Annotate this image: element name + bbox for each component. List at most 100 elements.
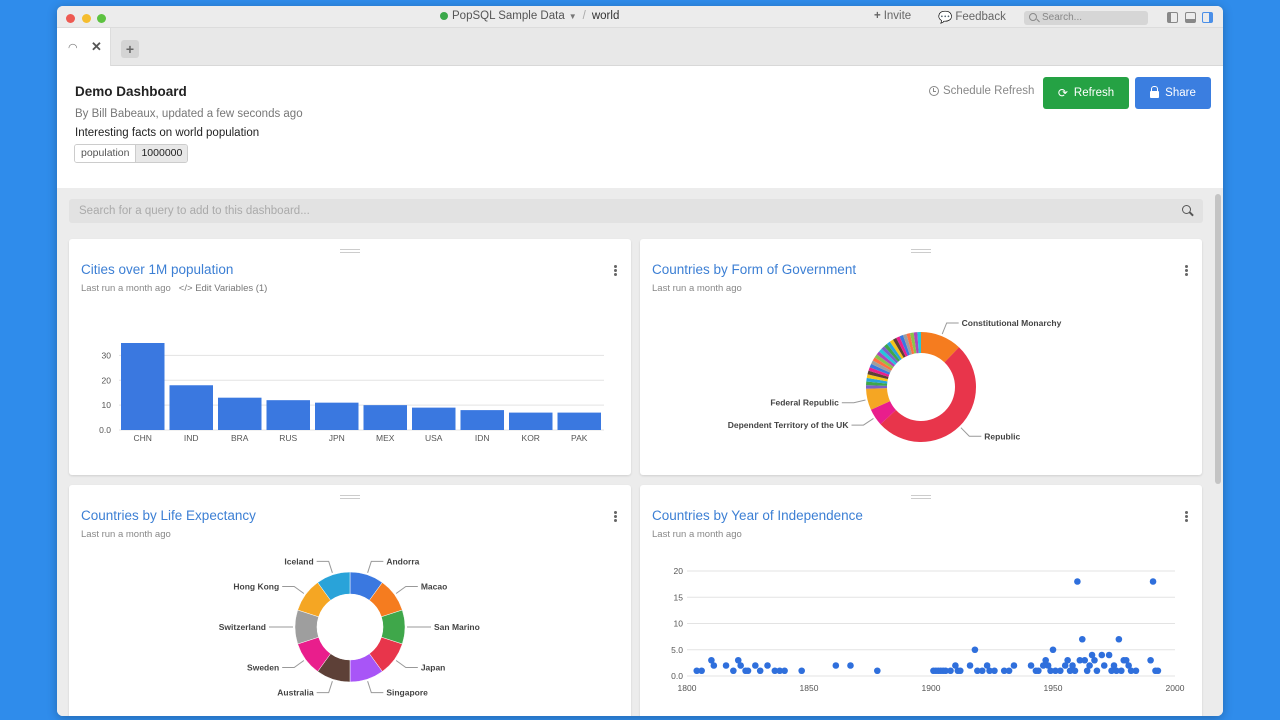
scatter-point [1074,578,1081,585]
x-tick-label: CHN [134,433,152,443]
slice-label-line [316,560,333,573]
slice-label-line [851,418,874,426]
dashboard-gauge-icon: ◠ [68,42,78,54]
clock-icon [929,86,939,96]
scatter-point [991,667,998,675]
slice-label-line [367,681,384,694]
independence-scatter-chart: 0.0 5.0 10 15 20 1800 1850 1900 1950 2000 [671,566,1185,693]
scatter-point [781,667,788,675]
y-tick-label: 20 [674,566,684,576]
scatter-point [752,662,759,669]
slice-label: Switzerland [219,622,266,632]
close-tab-icon[interactable]: ✕ [91,39,102,55]
search-icon [1182,205,1191,214]
query-search-placeholder: Search for a query to add to this dashbo… [79,205,310,217]
toggle-left-panel-icon[interactable] [1167,12,1178,23]
card-life-expectancy: Countries by Life Expectancy Last run a … [69,485,631,716]
x-tick-label: MEX [376,433,395,443]
slice-label-line [367,560,384,573]
scatter-point [832,662,840,669]
slice-label-line [282,585,305,594]
database-name[interactable]: world [592,10,619,22]
scatter-point [1027,662,1035,669]
slice-label-line [395,585,418,594]
scatter-point [1005,667,1013,675]
plus-icon: + [874,10,881,22]
scatter-point [1149,578,1157,585]
scatter-point [1049,646,1057,654]
toggle-right-panel-icon[interactable] [1202,12,1213,23]
minimize-window-button[interactable] [82,14,91,23]
x-tick-label: 1800 [678,683,697,693]
maximize-window-button[interactable] [97,14,106,23]
tab-dashboard[interactable]: ◠ ✕ [57,28,111,66]
x-tick-label: USA [425,433,443,443]
slice-label-line [941,322,959,335]
page-title: Demo Dashboard [75,84,187,99]
scatter-point [710,662,718,669]
x-tick-label: 1950 [1044,683,1063,693]
x-tick-label: BRA [231,433,249,443]
bar [266,400,310,430]
scatter-point [971,646,979,654]
connection-selector[interactable]: PopSQL Sample Data ▼ / world [440,10,619,22]
variable-chip[interactable]: population 1000000 [74,144,189,163]
share-button[interactable]: Share [1135,77,1211,109]
new-tab-button[interactable]: + [121,40,139,58]
scatter-point [966,662,974,669]
bar [509,412,553,430]
scatter-point [744,667,752,675]
card-cities-over-1m: Cities over 1M population Last run a mon… [69,239,631,475]
scatter-point [1098,651,1106,659]
scatter-point [1147,656,1154,664]
query-search-input[interactable]: Search for a query to add to this dashbo… [69,199,1203,223]
x-tick-label: IDN [475,433,490,443]
toggle-bottom-panel-icon[interactable] [1185,12,1196,23]
scrollbar[interactable] [1215,194,1221,484]
life-expectancy-donut-chart: Andorra Macao San Marino Japan Singapore Aust… [219,556,480,697]
feedback-button[interactable]: 💬 Feedback [938,10,1006,24]
dashboard-header: Demo Dashboard By Bill Babeaux, updated … [57,66,1223,188]
x-tick-label: JPN [329,433,345,443]
x-tick-label: PAK [571,433,588,443]
variable-value-input[interactable]: 1000000 [136,145,188,162]
global-search-placeholder: Search... [1042,12,1083,23]
scatter-point [1081,656,1089,664]
schedule-refresh-button[interactable]: Schedule Refresh [929,85,1034,97]
y-tick-label: 15 [674,592,684,602]
dashboard-content: Search for a query to add to this dashbo… [57,188,1223,716]
scatter-point [847,662,854,669]
slice-label: Hong Kong [233,581,279,591]
dashboard-byline: By Bill Babeaux, updated a few seconds a… [75,108,303,120]
invite-button[interactable]: + Invite [874,10,911,22]
scatter-point [756,667,764,675]
scatter-point [1010,662,1018,669]
scatter-point [698,667,705,675]
scatter-point [1078,635,1086,643]
bar [218,397,262,430]
bar [460,410,504,430]
bar [121,343,165,430]
scatter-point [874,667,881,675]
bar [363,405,407,430]
titlebar: PopSQL Sample Data ▼ / world + Invite 💬 … [57,6,1223,28]
dashboard-description: Interesting facts on world population [75,127,260,139]
search-icon [1029,13,1037,21]
scatter-point [1154,667,1162,675]
refresh-button[interactable]: ⟳ Refresh [1043,77,1129,109]
y-tick-label: 0.0 [671,671,683,681]
path-separator: / [582,10,586,22]
scatter-point [1105,651,1113,659]
slice-label: Federal Republic [770,398,839,408]
refresh-icon: ⟳ [1057,86,1068,100]
close-window-button[interactable] [66,14,75,23]
global-search-input[interactable]: Search... [1024,11,1148,25]
scatter-point [1064,656,1071,664]
slice-label-line [316,681,333,694]
y-tick-label: 10 [102,400,112,410]
y-tick-label: 10 [674,619,684,629]
scatter-point [1086,662,1093,669]
scatter-point [1100,662,1108,669]
connection-name: PopSQL Sample Data [452,10,565,22]
refresh-label: Refresh [1073,87,1115,99]
